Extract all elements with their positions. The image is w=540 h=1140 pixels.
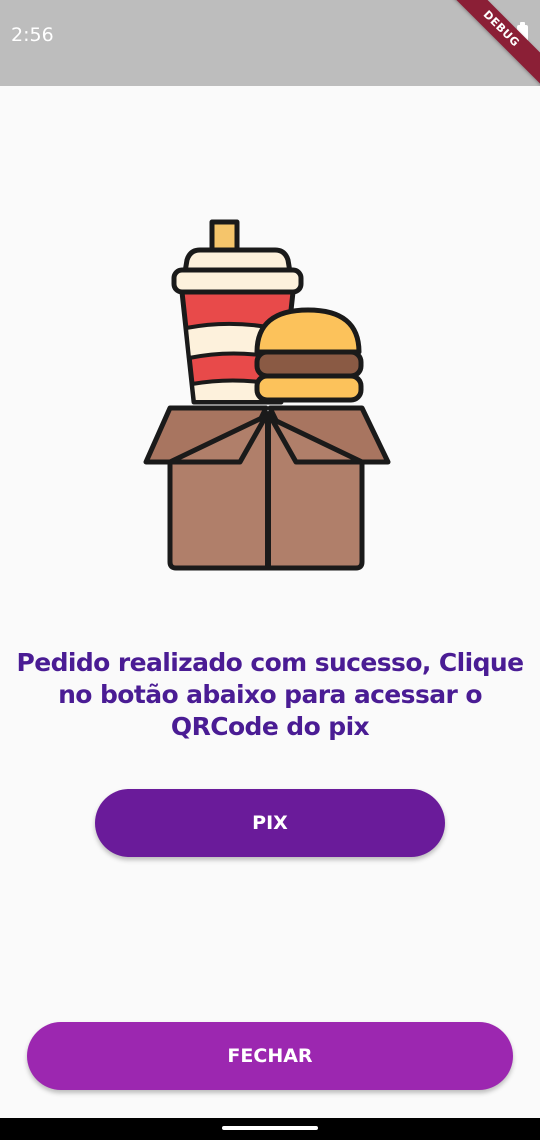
illustration-svg [143, 219, 391, 571]
fechar-button[interactable]: FECHAR [27, 1022, 513, 1090]
pix-button[interactable]: PIX [95, 789, 445, 857]
pix-button-label: PIX [252, 812, 288, 834]
success-message: Pedido realizado com sucesso, Clique no … [16, 648, 524, 741]
status-time: 2:56 [11, 24, 54, 46]
home-indicator[interactable] [222, 1126, 318, 1130]
status-bar: 2:56 DEBUG [0, 0, 540, 86]
navigation-bar [0, 1118, 540, 1140]
debug-banner: DEBUG [440, 0, 540, 86]
food-delivery-box-icon [140, 210, 396, 580]
fechar-button-label: FECHAR [227, 1045, 313, 1067]
